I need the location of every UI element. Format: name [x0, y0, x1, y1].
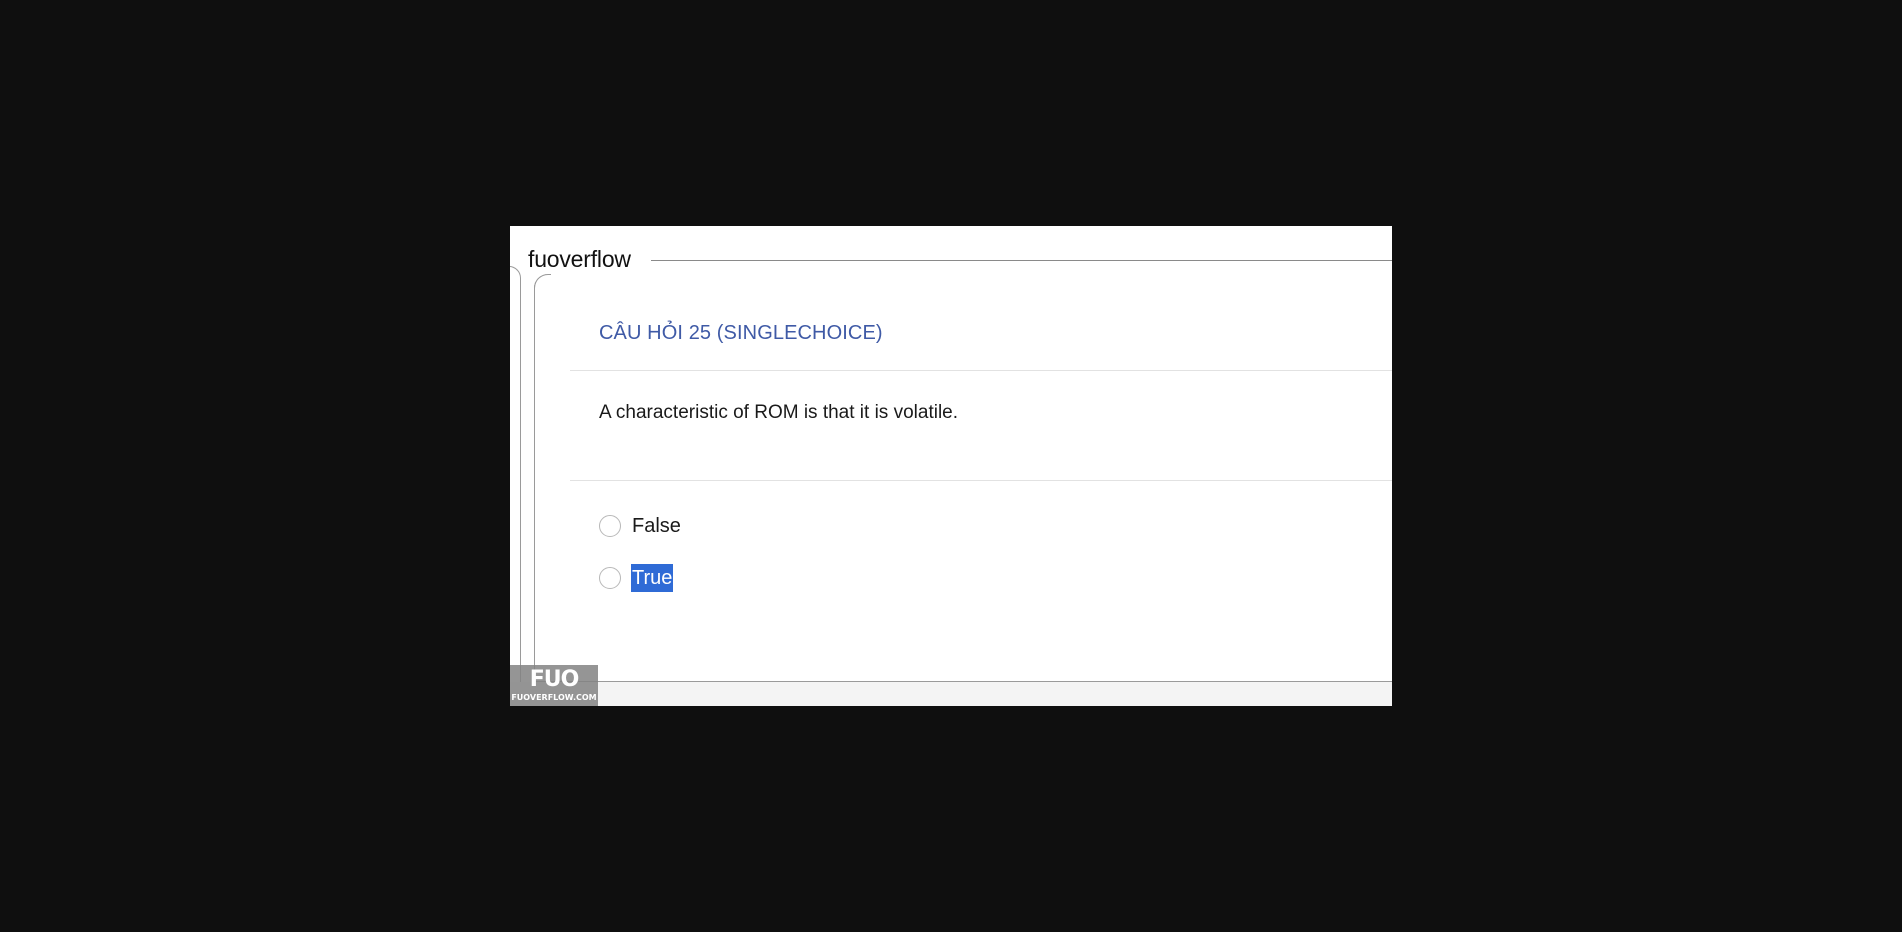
question-text: A characteristic of ROM is that it is vo… [599, 402, 959, 423]
quiz-frame: fuoverflow CÂU HỎI 25 (SINGLECHOICE) A c… [510, 226, 1392, 706]
option-false[interactable]: False [599, 512, 682, 540]
radio-button[interactable] [599, 567, 621, 589]
watermark-logo-mark: FUO [529, 666, 580, 692]
fieldset-legend: fuoverflow [528, 246, 631, 272]
bottom-strip [510, 682, 1392, 706]
fieldset-border [651, 260, 1392, 261]
watermark-logo: FUO FUOVERFLOW.COM [510, 665, 598, 706]
radio-button[interactable] [599, 515, 621, 537]
option-true[interactable]: True [599, 564, 674, 592]
option-label: True [631, 564, 674, 592]
divider [570, 370, 1392, 371]
divider [570, 480, 1392, 481]
question-title: CÂU HỎI 25 (SINGLECHOICE) [599, 322, 883, 344]
watermark-url: FUOVERFLOW.COM [511, 692, 597, 702]
outer-border [510, 266, 521, 706]
option-label: False [632, 515, 681, 537]
